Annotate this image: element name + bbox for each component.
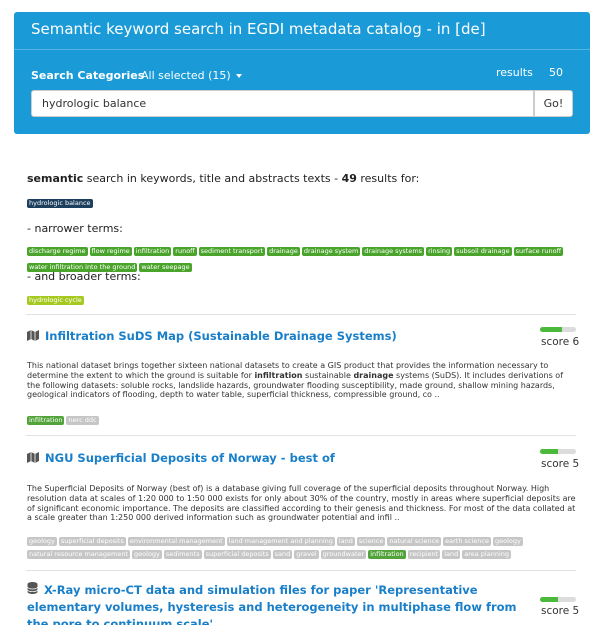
keyword-tag[interactable]: area planning xyxy=(462,550,512,559)
categories-dropdown-value: All selected (15) xyxy=(141,69,231,82)
keyword-tag[interactable]: rinsing xyxy=(426,247,453,256)
keyword-tag[interactable]: sand xyxy=(272,550,293,559)
keyword-tag[interactable]: drainage xyxy=(267,247,300,256)
score-label: score 5 xyxy=(541,605,580,617)
keyword-tag[interactable]: subsoil drainage xyxy=(454,247,512,256)
result-count: 49 xyxy=(341,172,357,185)
keyword-tag[interactable]: discharge regime xyxy=(27,247,88,256)
keyword-tag[interactable]: science xyxy=(356,537,386,546)
keyword-tag[interactable]: natural science xyxy=(387,537,442,546)
score-fill xyxy=(540,449,558,454)
keyword-tag[interactable]: environmental management xyxy=(127,537,225,546)
categories-dropdown[interactable]: All selected (15) xyxy=(141,69,242,82)
keyword-tag[interactable]: land management and planning xyxy=(226,537,335,546)
search-mode: semantic xyxy=(27,172,84,185)
score-bar xyxy=(540,449,576,454)
keyword-tag[interactable]: hydrologic cycle xyxy=(27,296,84,305)
result-title[interactable]: Infiltration SuDS Map (Sustainable Drain… xyxy=(27,329,397,344)
divider xyxy=(26,435,576,436)
query-tag[interactable]: hydrologic balance xyxy=(27,199,93,208)
result-description: The Superficial Deposits of Norway (best… xyxy=(27,484,576,523)
caret-down-icon xyxy=(235,74,242,78)
keyword-tag[interactable]: surface runoff xyxy=(513,247,564,256)
keyword-tag[interactable]: runoff xyxy=(173,247,197,256)
divider xyxy=(26,570,576,571)
keyword-tag[interactable]: superficial deposits xyxy=(58,537,126,546)
result-title-text: NGU Superficial Deposits of Norway - bes… xyxy=(45,451,335,465)
keyword-tag[interactable]: land xyxy=(442,550,461,559)
score-bar xyxy=(540,597,576,602)
score-label: score 5 xyxy=(541,458,580,470)
keyword-tag[interactable]: drainage systems xyxy=(362,247,425,256)
search-categories-label: Search Categories xyxy=(31,69,145,82)
desc-highlight: infiltration xyxy=(254,370,303,380)
result-description: This national dataset brings together si… xyxy=(27,361,576,400)
broader-terms-label: - and broader terms: xyxy=(27,270,141,283)
score-fill xyxy=(540,327,562,332)
keyword-tag[interactable]: geology xyxy=(132,550,162,559)
result-title-text: X-Ray micro-CT data and simulation files… xyxy=(27,583,517,625)
keyword-tag[interactable]: gravel xyxy=(294,550,319,559)
keyword-tag[interactable]: recipient xyxy=(407,550,441,559)
search-summary: semantic search in keywords, title and a… xyxy=(27,172,419,185)
desc-highlight: drainage xyxy=(353,370,394,380)
keyword-tag[interactable]: drainage system xyxy=(301,247,361,256)
map-icon xyxy=(27,329,39,344)
keyword-tag[interactable]: sediments xyxy=(163,550,202,559)
go-button[interactable]: Go! xyxy=(534,90,573,117)
keyword-tag[interactable]: nerc ddc xyxy=(66,416,99,425)
result-tags: infiltration nerc ddc xyxy=(27,412,576,425)
keyword-tag[interactable]: sediment transport xyxy=(198,247,266,256)
narrower-terms-label: - narrower terms: xyxy=(27,222,123,235)
result-title[interactable]: NGU Superficial Deposits of Norway - bes… xyxy=(27,451,335,466)
keyword-tag[interactable]: groundwater xyxy=(320,550,367,559)
result-title[interactable]: X-Ray micro-CT data and simulation files… xyxy=(27,582,537,625)
keyword-tag[interactable]: infiltration xyxy=(368,550,406,559)
score-bar xyxy=(540,327,576,332)
keyword-tag[interactable]: infiltration xyxy=(27,416,65,425)
summary-middle: search in keywords, title and abstracts … xyxy=(83,172,342,185)
keyword-tag[interactable]: water seepage xyxy=(139,263,192,272)
query-tag-row: hydrologic balance xyxy=(27,192,95,210)
keyword-tag[interactable]: superficial deposits xyxy=(203,550,271,559)
result-tags: geology superficial deposits environmental… xyxy=(27,533,576,559)
divider xyxy=(26,314,576,315)
keyword-tag[interactable]: land xyxy=(336,537,355,546)
broader-terms-row: hydrologic cycle xyxy=(27,289,86,307)
search-input[interactable]: hydrologic balance xyxy=(31,90,534,117)
search-header: Semantic keyword search in EGDI metadata… xyxy=(14,12,590,134)
summary-suffix: results for: xyxy=(356,172,420,185)
score-label: score 6 xyxy=(541,336,580,348)
keyword-tag[interactable]: geology xyxy=(493,537,523,546)
keyword-tag[interactable]: natural resource management xyxy=(27,550,131,559)
desc-text: sustainable xyxy=(302,370,354,380)
keyword-tag[interactable]: geology xyxy=(27,537,57,546)
keyword-tag[interactable]: earth science xyxy=(443,537,492,546)
map-icon xyxy=(27,451,39,466)
results-label: results xyxy=(496,66,533,79)
results-count[interactable]: 50 xyxy=(549,66,563,79)
keyword-tag[interactable]: flow regime xyxy=(89,247,132,256)
header-divider xyxy=(14,49,590,50)
database-icon xyxy=(27,582,38,599)
result-title-text: Infiltration SuDS Map (Sustainable Drain… xyxy=(45,329,397,343)
keyword-tag[interactable]: infiltration xyxy=(133,247,172,256)
score-fill xyxy=(540,597,558,602)
page-title: Semantic keyword search in EGDI metadata… xyxy=(31,20,486,38)
